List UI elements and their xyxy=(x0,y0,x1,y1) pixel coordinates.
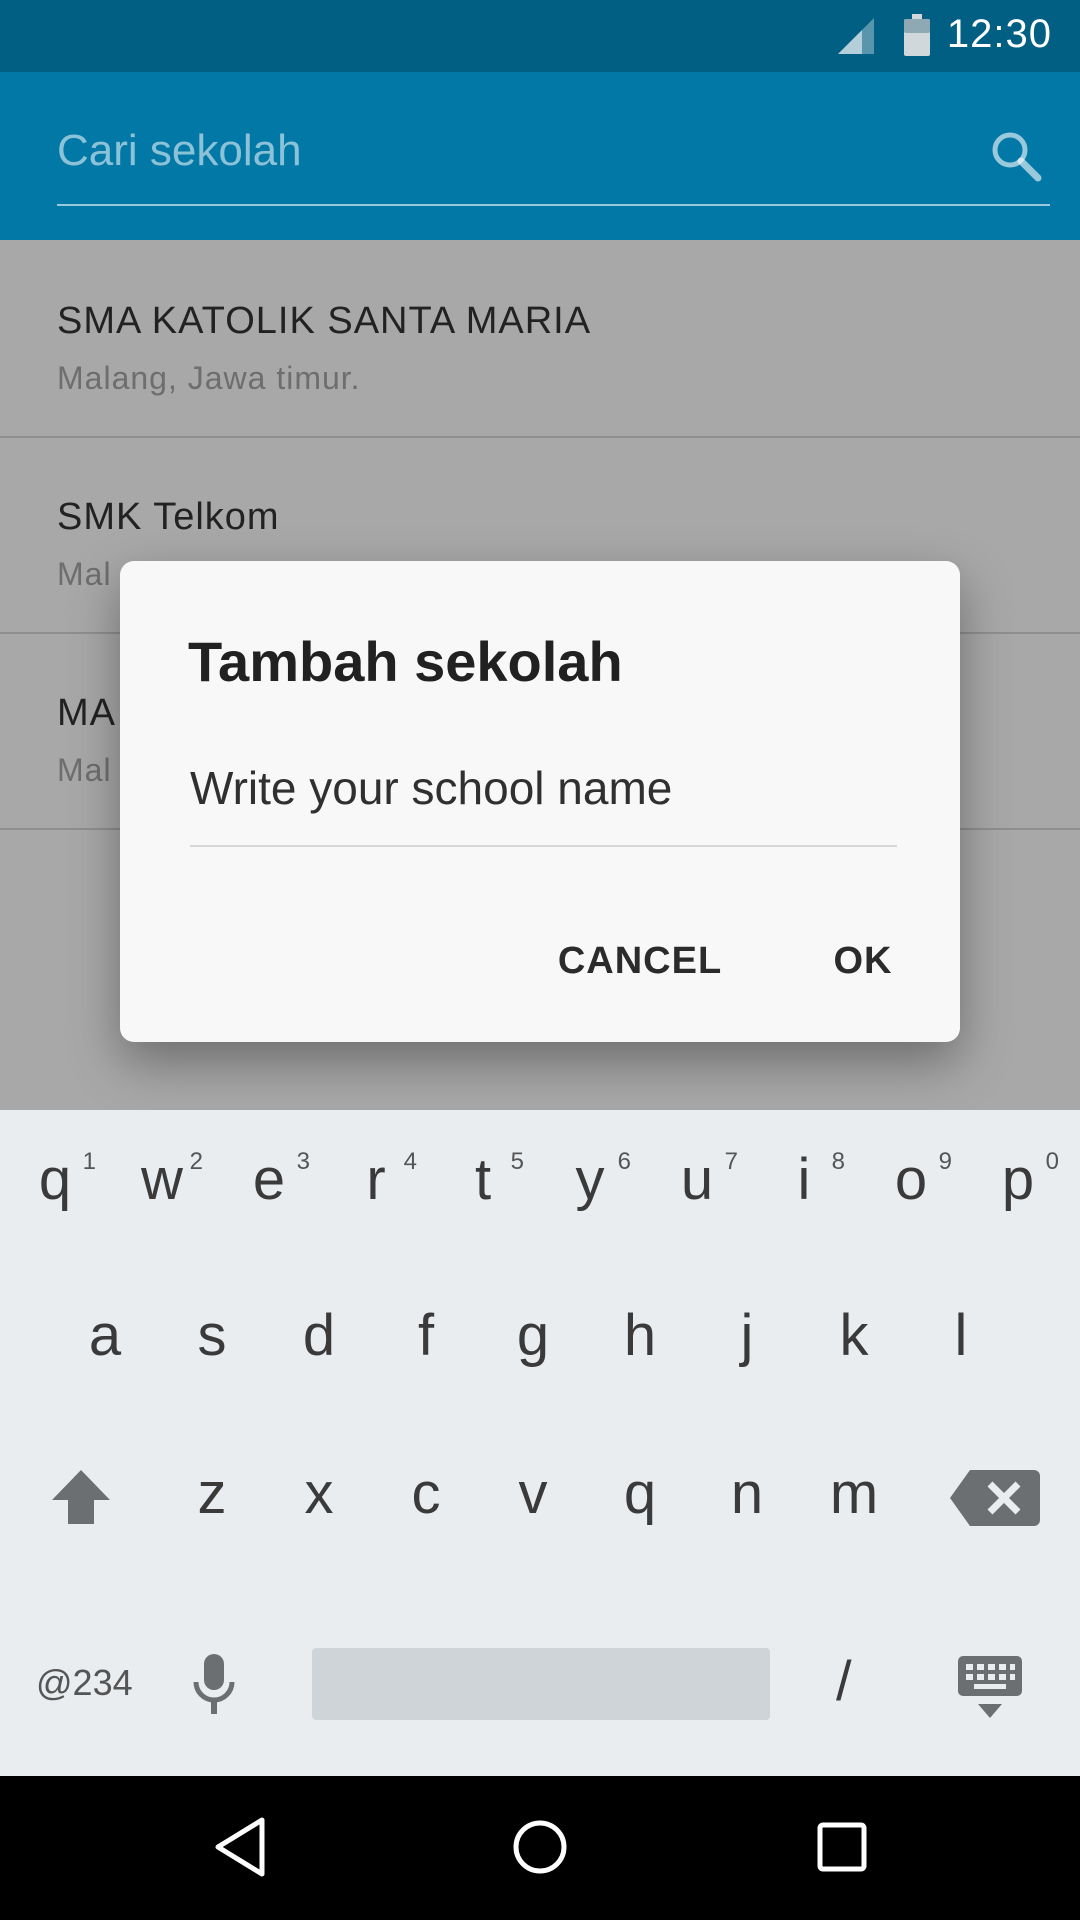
ok-button[interactable]: OK xyxy=(813,921,913,1001)
cancel-button[interactable]: CANCEL xyxy=(540,921,740,1001)
key-j[interactable]: j xyxy=(694,1266,800,1406)
shift-key[interactable] xyxy=(28,1424,134,1564)
key-char: c xyxy=(411,1461,441,1526)
backspace-key[interactable] xyxy=(936,1424,1054,1564)
list-item-subtitle: Malang, Jawa timur. xyxy=(57,360,361,396)
key-char: x xyxy=(304,1461,334,1526)
key-char: z xyxy=(197,1461,227,1526)
key-s[interactable]: s xyxy=(159,1266,265,1406)
school-name-placeholder: Write your school name xyxy=(190,762,673,814)
key-char: e xyxy=(252,1147,286,1212)
key-e[interactable]: 3e xyxy=(216,1110,322,1250)
key-y[interactable]: 6y xyxy=(537,1110,643,1250)
search-icon[interactable] xyxy=(988,128,1044,189)
add-school-dialog: Tambah sekolah Write your school name CA… xyxy=(120,561,960,1042)
key-char: a xyxy=(88,1303,122,1368)
key-char: u xyxy=(680,1147,714,1212)
list-item-subtitle: Mal xyxy=(57,556,112,592)
key-char: l xyxy=(954,1303,968,1368)
list-item[interactable]: SMA KATOLIK SANTA MARIA Malang, Jawa tim… xyxy=(0,240,1080,438)
backspace-icon xyxy=(950,1470,1040,1526)
key-f[interactable]: f xyxy=(373,1266,479,1406)
dialog-title: Tambah sekolah xyxy=(188,630,623,693)
signal-icon xyxy=(838,18,874,59)
key-m[interactable]: m xyxy=(801,1424,907,1564)
back-icon[interactable] xyxy=(212,1816,268,1883)
key-d[interactable]: d xyxy=(266,1266,372,1406)
recents-icon[interactable] xyxy=(814,1816,870,1883)
slash-key[interactable]: / xyxy=(836,1648,852,1713)
key-char: v xyxy=(518,1461,548,1526)
key-v[interactable]: v xyxy=(480,1424,586,1564)
mic-icon[interactable] xyxy=(190,1654,238,1721)
key-l[interactable]: l xyxy=(908,1266,1014,1406)
key-char: s xyxy=(197,1303,227,1368)
key-char: m xyxy=(829,1461,879,1526)
navigation-bar xyxy=(0,1776,1080,1920)
key-char: i xyxy=(797,1147,811,1212)
keyboard-hide-icon[interactable] xyxy=(958,1656,1022,1725)
search-input[interactable]: Cari sekolah xyxy=(57,126,302,176)
key-char: r xyxy=(366,1147,386,1212)
key-k[interactable]: k xyxy=(801,1266,907,1406)
key-char: q xyxy=(623,1461,657,1526)
key-char: f xyxy=(417,1303,435,1368)
key-char: o xyxy=(894,1147,928,1212)
symbols-key[interactable]: @234 xyxy=(36,1662,133,1704)
key-c[interactable]: c xyxy=(373,1424,479,1564)
key-i[interactable]: 8i xyxy=(751,1110,857,1250)
key-char: h xyxy=(623,1303,657,1368)
list-item-subtitle: Mal xyxy=(57,752,112,788)
key-char: j xyxy=(740,1303,754,1368)
status-time: 12:30 xyxy=(946,12,1052,56)
key-char: q xyxy=(38,1147,72,1212)
key-char: p xyxy=(1001,1147,1035,1212)
key-g[interactable]: g xyxy=(480,1266,586,1406)
status-bar: 12:30 xyxy=(0,0,1080,72)
key-char: n xyxy=(730,1461,764,1526)
key-u[interactable]: 7u xyxy=(644,1110,750,1250)
list-item-title: SMA KATOLIK SANTA MARIA xyxy=(57,300,592,342)
key-n[interactable]: n xyxy=(694,1424,800,1564)
key-t[interactable]: 5t xyxy=(430,1110,536,1250)
shift-icon xyxy=(52,1470,110,1524)
key-char: k xyxy=(839,1303,869,1368)
input-underline xyxy=(190,845,897,847)
space-bar[interactable] xyxy=(312,1648,770,1720)
key-x[interactable]: x xyxy=(266,1424,372,1564)
key-a[interactable]: a xyxy=(52,1266,158,1406)
key-char: w xyxy=(141,1147,183,1212)
key-w[interactable]: 2w xyxy=(109,1110,215,1250)
school-name-input[interactable]: Write your school name xyxy=(190,761,897,847)
key-q[interactable]: 1q xyxy=(2,1110,108,1250)
home-icon[interactable] xyxy=(510,1816,570,1883)
key-char: g xyxy=(516,1303,550,1368)
list-item-title: SMK Telkom xyxy=(57,496,280,538)
key-h[interactable]: h xyxy=(587,1266,693,1406)
search-underline xyxy=(57,204,1050,206)
key-o[interactable]: 9o xyxy=(858,1110,964,1250)
battery-icon xyxy=(904,14,930,61)
key-q[interactable]: q xyxy=(587,1424,693,1564)
list-item-title: MA xyxy=(57,692,116,734)
key-r[interactable]: 4r xyxy=(323,1110,429,1250)
key-char: t xyxy=(474,1147,492,1212)
key-char: y xyxy=(575,1147,605,1212)
toolbar: Cari sekolah xyxy=(0,72,1080,240)
key-char: d xyxy=(302,1303,336,1368)
key-p[interactable]: 0p xyxy=(965,1110,1071,1250)
soft-keyboard: 1q 2w 3e 4r 5t 6y 7u 8i 9o 0p a s d f g … xyxy=(0,1110,1080,1776)
key-z[interactable]: z xyxy=(159,1424,265,1564)
